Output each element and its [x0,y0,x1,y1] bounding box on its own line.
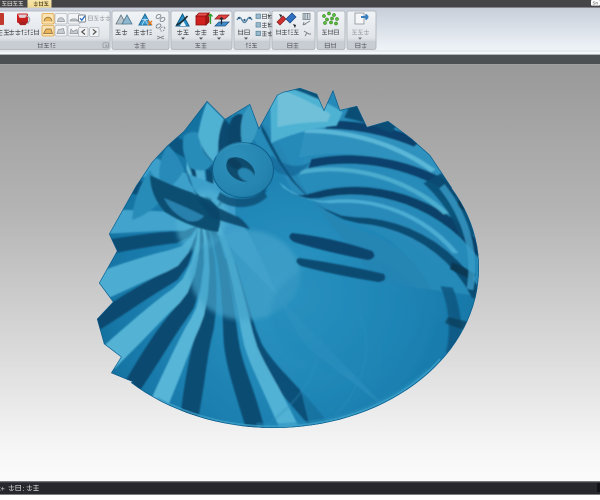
svg-text::: : [23,484,25,493]
svg-text:Sn: Sn [593,1,599,6]
svg-text:lt+: lt+ [0,484,5,493]
